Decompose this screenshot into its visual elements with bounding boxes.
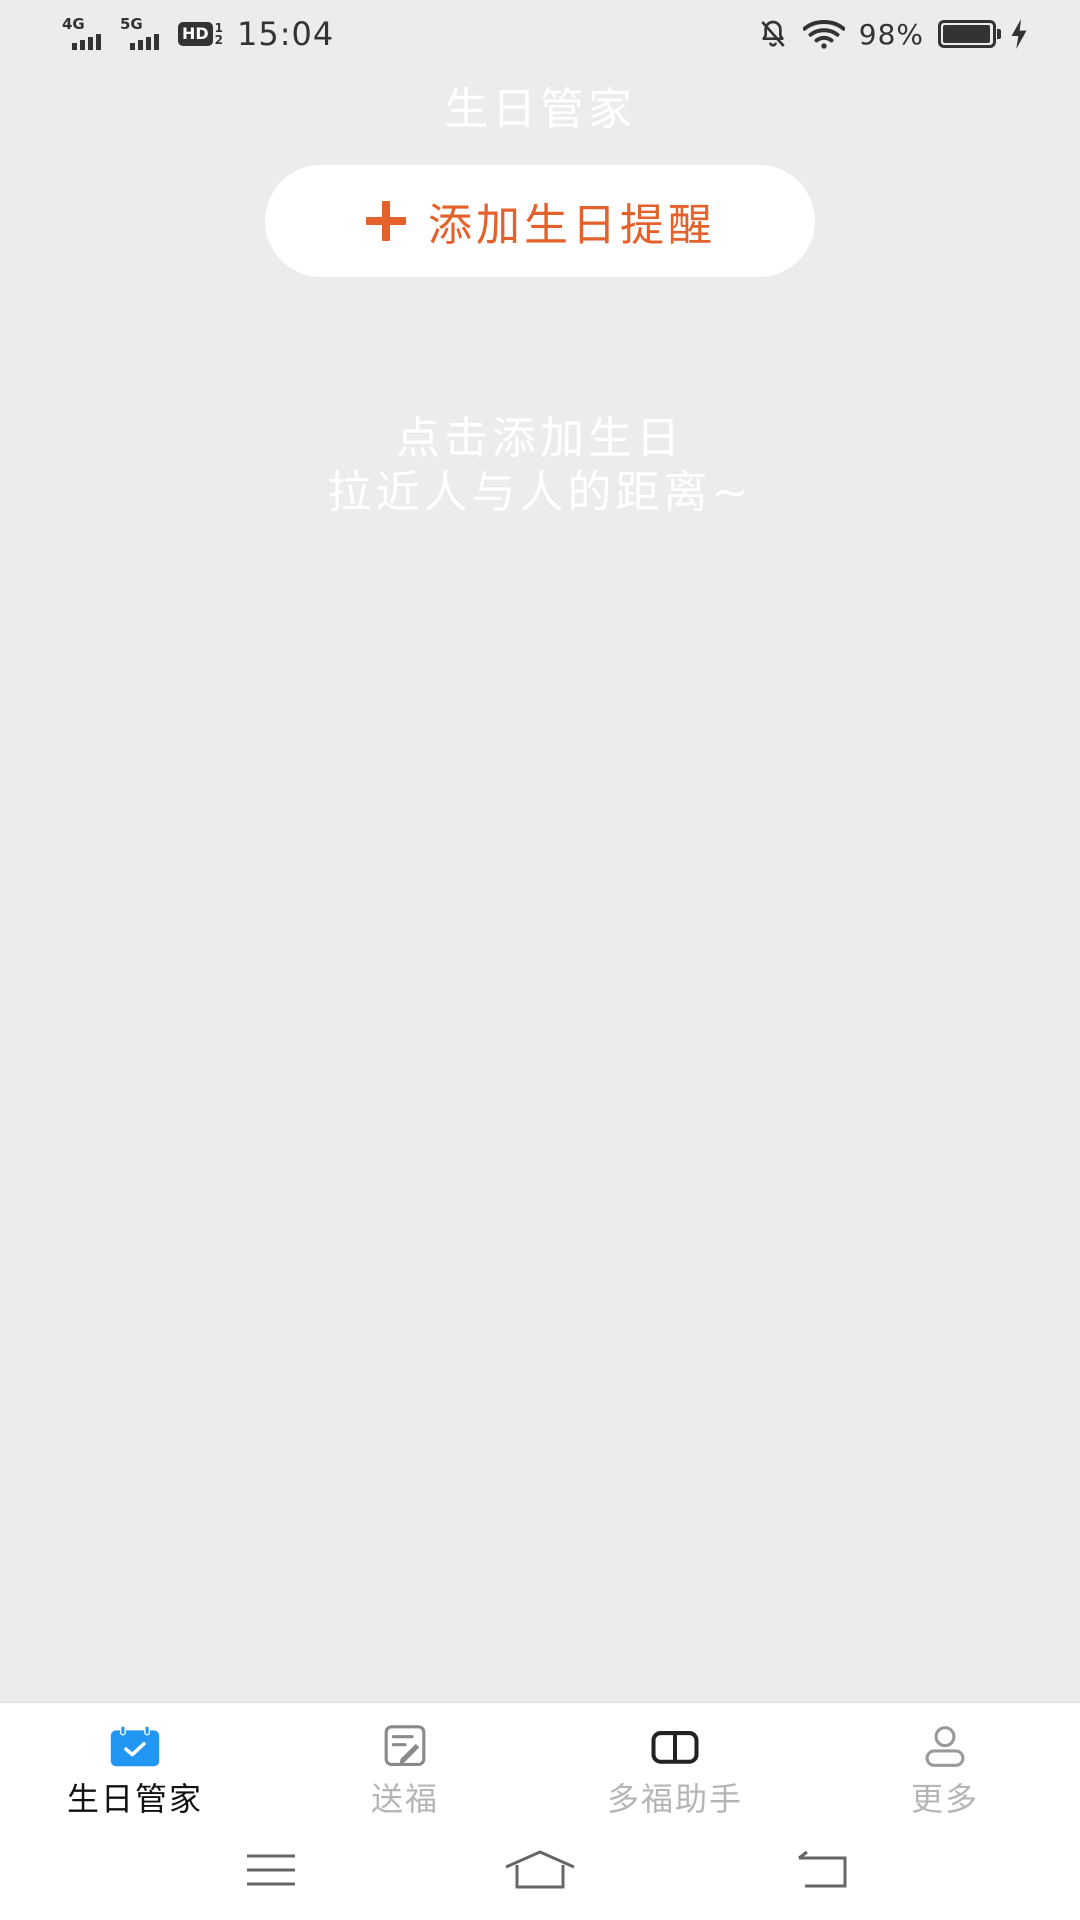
status-bar-left: 4G 5G HD 1 2 15:04	[62, 14, 334, 54]
hd-voice-icon: HD 1 2	[178, 20, 223, 48]
empty-state-line-1: 点击添加生日	[396, 413, 684, 464]
nav-label-birthday-manager: 生日管家	[66, 1780, 203, 1818]
status-bar-right: 98%	[757, 14, 1028, 54]
system-nav-bar	[0, 1820, 1080, 1920]
bell-off-icon	[761, 20, 785, 47]
status-time: 15:04	[237, 15, 335, 53]
network-type-label-2: 5G	[120, 15, 143, 33]
bottom-nav: 生日管家 送福 多福助手 更多	[0, 1702, 1080, 1820]
nav-item-assistant[interactable]: 多福助手	[540, 1703, 810, 1820]
cellular-signal-icon-2: 5G	[120, 16, 168, 52]
network-type-label: 4G	[62, 15, 85, 33]
add-birthday-reminder-label: 添加生日提醒	[428, 200, 716, 251]
battery-icon	[938, 20, 1001, 48]
system-home-button[interactable]	[500, 1842, 580, 1898]
charging-icon	[1011, 19, 1027, 49]
book-icon	[651, 1731, 699, 1764]
menu-icon	[247, 1854, 295, 1886]
cellular-signal-icon: 4G	[62, 16, 110, 52]
wifi-icon	[802, 20, 845, 49]
status-bar: 4G 5G HD 1 2 15:04 98%	[0, 0, 1080, 66]
page-title: 生日管家	[444, 84, 636, 135]
screen: 4G 5G HD 1 2 15:04 98% 生日管家 添加生日提醒 点击添加生…	[0, 0, 1080, 1920]
nav-item-birthday-manager[interactable]: 生日管家	[0, 1703, 270, 1820]
add-birthday-reminder-button[interactable]: 添加生日提醒	[265, 165, 815, 277]
system-back-button[interactable]	[783, 1842, 863, 1898]
battery-percent: 98%	[858, 17, 924, 51]
nav-label-more: 更多	[910, 1780, 979, 1818]
system-menu-button[interactable]	[231, 1842, 311, 1898]
empty-state-line-2: 拉近人与人的距离~	[327, 467, 753, 518]
edit-note-icon	[384, 1725, 426, 1766]
hd-label: HD	[178, 22, 213, 46]
nav-item-send-blessing[interactable]: 送福	[270, 1703, 540, 1820]
home-icon	[505, 1850, 575, 1889]
empty-state-hint: 点击添加生日 拉近人与人的距离~	[0, 412, 1080, 520]
back-icon	[798, 1850, 847, 1888]
user-icon	[925, 1726, 965, 1767]
nav-label-assistant: 多福助手	[606, 1780, 743, 1818]
hd-sim-bottom: 2	[214, 33, 224, 47]
plus-icon	[366, 201, 406, 241]
nav-item-more[interactable]: 更多	[810, 1703, 1080, 1820]
nav-label-send-blessing: 送福	[370, 1780, 439, 1818]
calendar-check-icon	[110, 1725, 160, 1767]
